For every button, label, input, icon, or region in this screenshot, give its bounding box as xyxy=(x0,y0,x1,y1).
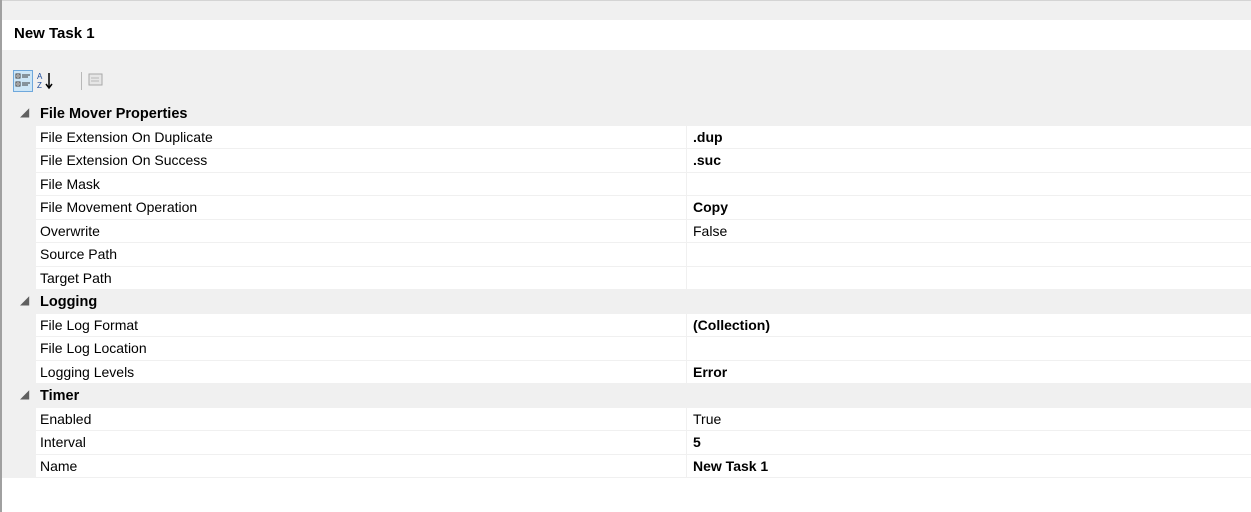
property-row[interactable]: File Movement Operation Copy xyxy=(2,196,1251,220)
property-value[interactable]: 5 xyxy=(687,431,1251,454)
property-value[interactable]: .dup xyxy=(687,126,1251,149)
row-margin xyxy=(2,313,36,336)
row-margin xyxy=(2,196,36,219)
alphabetical-sort-icon: A Z xyxy=(37,72,53,90)
property-name[interactable]: Name xyxy=(36,454,687,477)
property-name[interactable]: Target Path xyxy=(36,266,687,289)
row-margin xyxy=(2,243,36,266)
property-value[interactable]: New Task 1 xyxy=(687,455,1251,478)
property-row[interactable]: File Extension On Success .suc xyxy=(2,149,1251,173)
top-strip xyxy=(0,0,1251,20)
property-value[interactable]: .suc xyxy=(687,149,1251,172)
property-value[interactable]: Error xyxy=(687,361,1251,384)
title-bar: New Task 1 xyxy=(2,20,1251,50)
property-toolbar: A Z xyxy=(2,50,1251,102)
row-margin xyxy=(2,360,36,383)
property-row[interactable]: File Extension On Duplicate .dup xyxy=(2,125,1251,149)
property-value[interactable] xyxy=(687,337,1251,360)
category-row[interactable]: ◢ File Mover Properties xyxy=(2,102,1251,126)
property-value[interactable] xyxy=(687,173,1251,196)
property-grid: ◢ File Mover Properties File Extension On … xyxy=(2,102,1251,478)
property-name[interactable]: File Mask xyxy=(36,172,687,195)
row-margin xyxy=(2,454,36,477)
property-name[interactable]: Source Path xyxy=(36,243,687,266)
property-value[interactable]: (Collection) xyxy=(687,314,1251,337)
property-value[interactable] xyxy=(687,267,1251,290)
collapse-icon[interactable]: ◢ xyxy=(20,387,29,401)
alphabetical-button[interactable]: A Z xyxy=(35,70,55,92)
property-pages-icon xyxy=(88,73,103,86)
svg-text:A: A xyxy=(37,72,43,81)
property-name[interactable]: Overwrite xyxy=(36,219,687,242)
property-grid-window: New Task 1 A Z ◢ File Mover Properties F… xyxy=(0,0,1251,512)
category-row[interactable]: ◢ Timer xyxy=(2,384,1251,408)
property-row[interactable]: File Log Location xyxy=(2,337,1251,361)
property-value[interactable]: Copy xyxy=(687,196,1251,219)
property-row[interactable]: Source Path xyxy=(2,243,1251,267)
row-margin xyxy=(2,337,36,360)
property-row[interactable]: Overwrite False xyxy=(2,219,1251,243)
category-label: Logging xyxy=(40,293,98,310)
collapse-icon[interactable]: ◢ xyxy=(20,105,29,119)
property-row[interactable]: File Mask xyxy=(2,172,1251,196)
property-row[interactable]: Logging Levels Error xyxy=(2,360,1251,384)
property-row[interactable]: Enabled True xyxy=(2,407,1251,431)
property-name[interactable]: Logging Levels xyxy=(36,360,687,383)
property-name[interactable]: File Extension On Success xyxy=(36,149,687,172)
row-margin xyxy=(2,149,36,172)
property-value[interactable]: True xyxy=(687,408,1251,431)
property-name[interactable]: File Log Format xyxy=(36,313,687,336)
row-margin xyxy=(2,125,36,148)
property-name[interactable]: File Extension On Duplicate xyxy=(36,125,687,148)
property-value[interactable] xyxy=(687,243,1251,266)
property-row[interactable]: File Log Format (Collection) xyxy=(2,313,1251,337)
property-row[interactable]: Name New Task 1 xyxy=(2,454,1251,478)
row-margin xyxy=(2,407,36,430)
property-name[interactable]: Enabled xyxy=(36,407,687,430)
row-margin xyxy=(2,172,36,195)
row-margin xyxy=(2,266,36,289)
row-margin xyxy=(2,431,36,454)
toolbar-separator xyxy=(81,72,82,90)
property-pages-button[interactable] xyxy=(87,70,107,92)
category-label: Timer xyxy=(40,387,80,404)
category-label: File Mover Properties xyxy=(40,105,188,122)
property-name[interactable]: File Log Location xyxy=(36,337,687,360)
panel-title: New Task 1 xyxy=(14,25,95,42)
categorized-button[interactable] xyxy=(13,70,33,92)
row-margin xyxy=(2,219,36,242)
property-name[interactable]: Interval xyxy=(36,431,687,454)
property-row[interactable]: Interval 5 xyxy=(2,431,1251,455)
category-row[interactable]: ◢ Logging xyxy=(2,290,1251,314)
collapse-icon[interactable]: ◢ xyxy=(20,293,29,307)
property-name[interactable]: File Movement Operation xyxy=(36,196,687,219)
svg-text:Z: Z xyxy=(37,81,42,90)
property-row[interactable]: Target Path xyxy=(2,266,1251,290)
property-value[interactable]: False xyxy=(687,220,1251,243)
categorized-icon xyxy=(15,73,30,87)
